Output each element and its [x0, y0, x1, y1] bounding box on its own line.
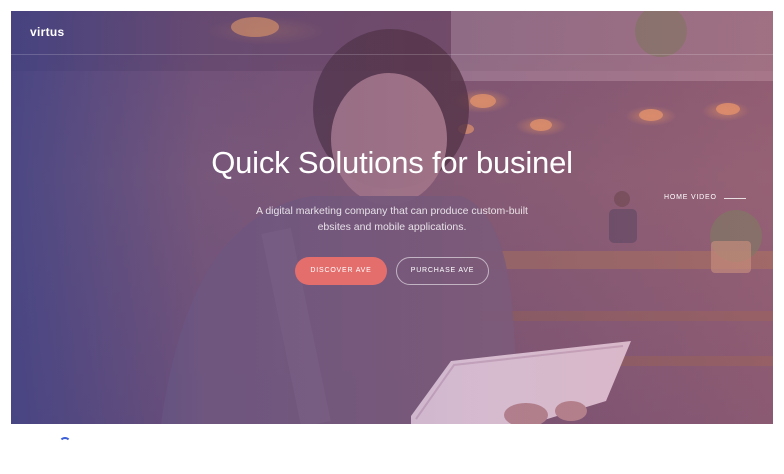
- hero-headline: Quick Solutions for businel: [211, 145, 573, 180]
- home-video-line: [724, 198, 746, 199]
- brand-logo[interactable]: virtus: [30, 25, 64, 39]
- hero-subtext: A digital marketing company that can pro…: [256, 205, 528, 233]
- top-navbar: virtus: [11, 11, 773, 55]
- discover-button[interactable]: DISCOVER AVE: [295, 257, 387, 285]
- purchase-button[interactable]: PURCHASE AVE: [396, 257, 489, 285]
- hero-section: virtus Quick Solutions for businel A dig…: [11, 11, 773, 424]
- home-video-link[interactable]: HOME VIDEO: [664, 194, 717, 201]
- loading-spinner-icon: [59, 437, 71, 449]
